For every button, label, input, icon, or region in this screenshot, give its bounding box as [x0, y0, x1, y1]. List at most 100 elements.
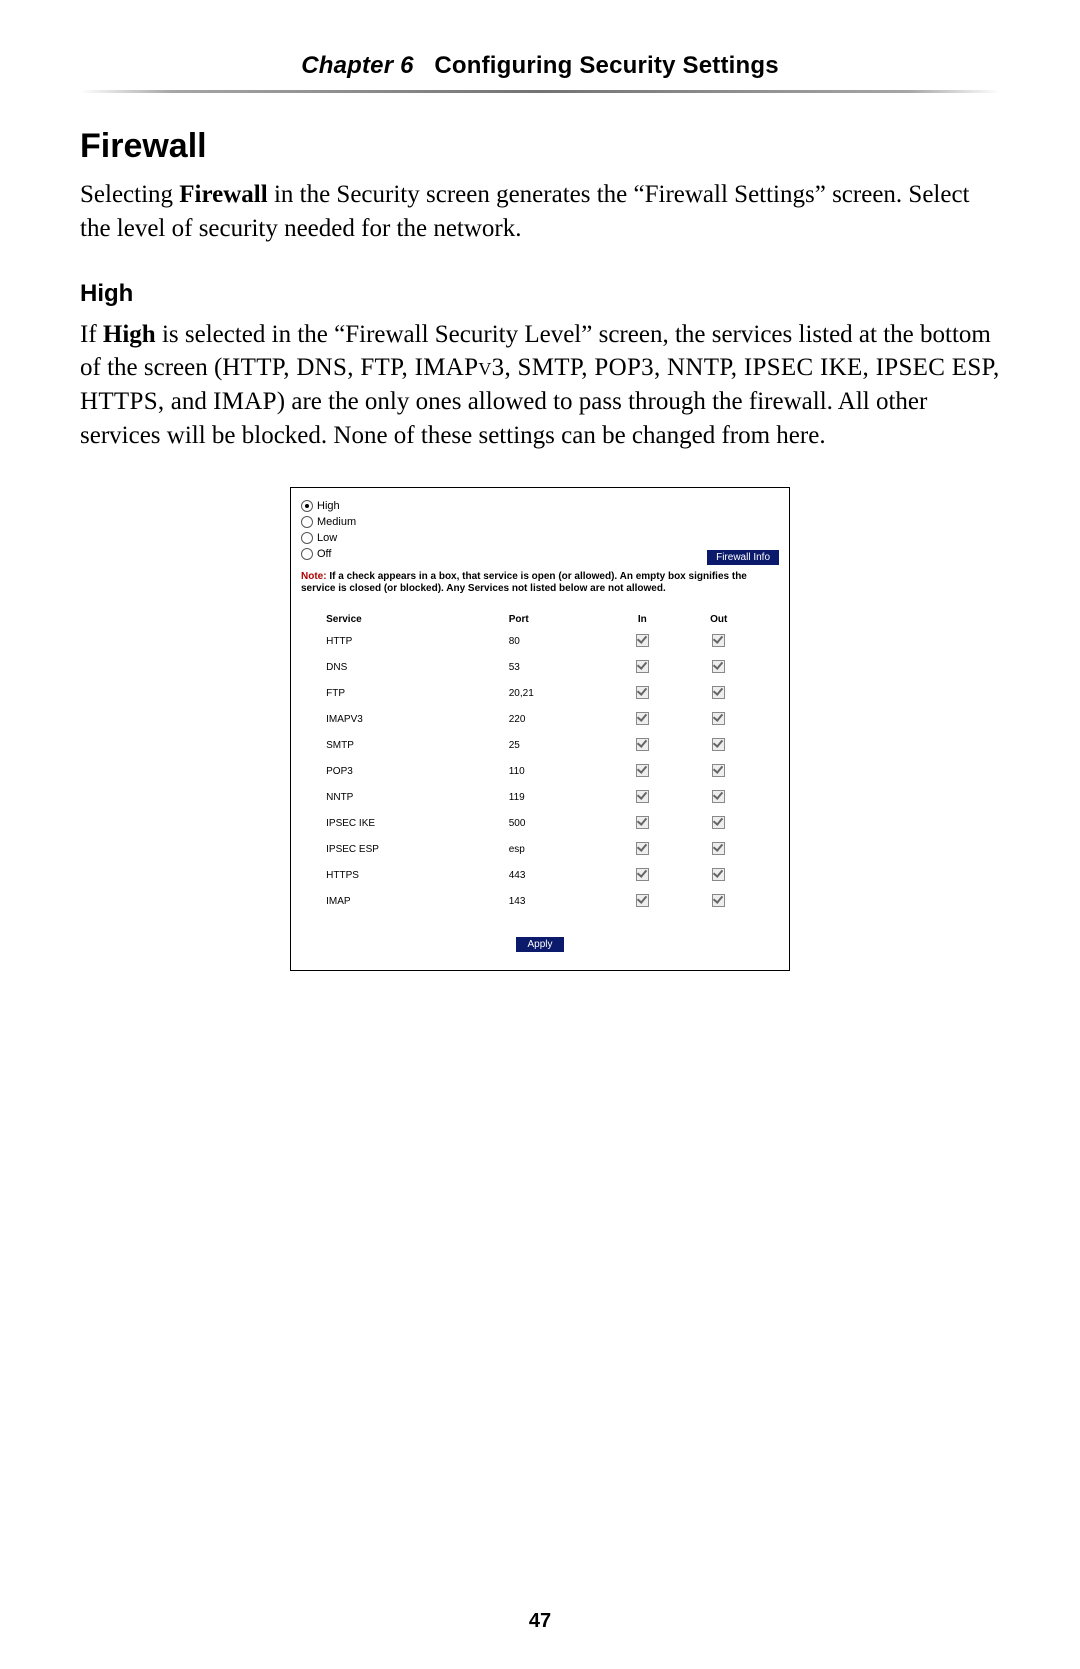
chapter-label: Chapter 6 [301, 52, 414, 79]
radio-label: Medium [317, 516, 356, 528]
cell-out [678, 785, 760, 811]
cell-in [607, 681, 677, 707]
table-header-row: Service Port In Out [320, 610, 760, 629]
cell-port: 25 [503, 733, 607, 759]
col-service: Service [320, 610, 503, 629]
checkbox-out[interactable] [712, 842, 725, 855]
cell-port: 20,21 [503, 681, 607, 707]
checkbox-in[interactable] [636, 686, 649, 699]
cell-port: 53 [503, 655, 607, 681]
cell-in [607, 733, 677, 759]
cell-in [607, 811, 677, 837]
checkbox-in[interactable] [636, 660, 649, 673]
checkbox-in[interactable] [636, 842, 649, 855]
cell-in [607, 759, 677, 785]
table-row: FTP20,21 [320, 681, 760, 707]
col-in: In [607, 610, 677, 629]
checkbox-out[interactable] [712, 660, 725, 673]
cell-port: 220 [503, 707, 607, 733]
cell-service: SMTP [320, 733, 503, 759]
cell-service: IPSEC IKE [320, 811, 503, 837]
table-row: POP3110 [320, 759, 760, 785]
checkbox-out[interactable] [712, 790, 725, 803]
apply-button[interactable]: Apply [516, 937, 563, 952]
note-label: Note: [301, 571, 327, 582]
col-out: Out [678, 610, 760, 629]
checkbox-out[interactable] [712, 868, 725, 881]
cell-service: HTTPS [320, 863, 503, 889]
section-intro: Selecting Firewall in the Security scree… [80, 178, 1000, 246]
radio-label: Off [317, 548, 331, 560]
cell-port: 143 [503, 889, 607, 915]
note-body: If a check appears in a box, that servic… [301, 571, 747, 595]
cell-service: NNTP [320, 785, 503, 811]
firewall-settings-screenshot: High Medium Low Off Firewall Info [290, 487, 790, 971]
cell-out [678, 681, 760, 707]
cell-service: DNS [320, 655, 503, 681]
apply-row: Apply [301, 937, 779, 952]
cell-service: HTTP [320, 629, 503, 655]
cell-service: IMAPV3 [320, 707, 503, 733]
header-divider [80, 90, 1000, 93]
cell-port: 119 [503, 785, 607, 811]
table-row: IPSEC IKE500 [320, 811, 760, 837]
cell-out [678, 733, 760, 759]
col-port: Port [503, 610, 607, 629]
cell-in [607, 785, 677, 811]
cell-out [678, 837, 760, 863]
cell-service: FTP [320, 681, 503, 707]
checkbox-in[interactable] [636, 712, 649, 725]
checkbox-in[interactable] [636, 764, 649, 777]
table-row: DNS53 [320, 655, 760, 681]
cell-in [607, 837, 677, 863]
radio-high[interactable]: High [301, 498, 779, 514]
subsection-title: High [80, 280, 1000, 308]
cell-out [678, 655, 760, 681]
text: If [80, 321, 103, 348]
checkbox-in[interactable] [636, 868, 649, 881]
radio-label: High [317, 500, 340, 512]
table-row: NNTP119 [320, 785, 760, 811]
radio-icon [301, 516, 313, 528]
radio-icon [301, 532, 313, 544]
checkbox-in[interactable] [636, 816, 649, 829]
checkbox-out[interactable] [712, 764, 725, 777]
cell-in [607, 707, 677, 733]
checkbox-out[interactable] [712, 634, 725, 647]
checkbox-in[interactable] [636, 634, 649, 647]
table-row: IMAPV3220 [320, 707, 760, 733]
cell-port: 443 [503, 863, 607, 889]
subsection-body: If High is selected in the “Firewall Sec… [80, 318, 1000, 453]
firewall-info-button[interactable]: Firewall Info [707, 550, 779, 565]
services-table: Service Port In Out HTTP80DNS53FTP20,21I… [320, 610, 760, 915]
firewall-info-row: Firewall Info [301, 550, 779, 565]
chapter-header: Chapter 6 Configuring Security Settings [80, 52, 1000, 80]
checkbox-out[interactable] [712, 894, 725, 907]
cell-out [678, 707, 760, 733]
cell-in [607, 655, 677, 681]
cell-in [607, 889, 677, 915]
cell-in [607, 629, 677, 655]
manual-page: Chapter 6 Configuring Security Settings … [0, 0, 1080, 1669]
checkbox-in[interactable] [636, 790, 649, 803]
cell-out [678, 889, 760, 915]
radio-medium[interactable]: Medium [301, 514, 779, 530]
checkbox-out[interactable] [712, 712, 725, 725]
cell-out [678, 811, 760, 837]
table-row: SMTP25 [320, 733, 760, 759]
checkbox-out[interactable] [712, 686, 725, 699]
text: and [164, 388, 213, 415]
chapter-title: Configuring Security Settings [434, 52, 778, 79]
radio-low[interactable]: Low [301, 530, 779, 546]
cell-port: esp [503, 837, 607, 863]
cell-out [678, 629, 760, 655]
checkbox-in[interactable] [636, 738, 649, 751]
checkbox-out[interactable] [712, 738, 725, 751]
table-row: HTTP80 [320, 629, 760, 655]
checkbox-out[interactable] [712, 816, 725, 829]
table-row: IPSEC ESPesp [320, 837, 760, 863]
imap-text: IMAP [213, 388, 277, 415]
cell-port: 80 [503, 629, 607, 655]
checkbox-in[interactable] [636, 894, 649, 907]
cell-port: 500 [503, 811, 607, 837]
